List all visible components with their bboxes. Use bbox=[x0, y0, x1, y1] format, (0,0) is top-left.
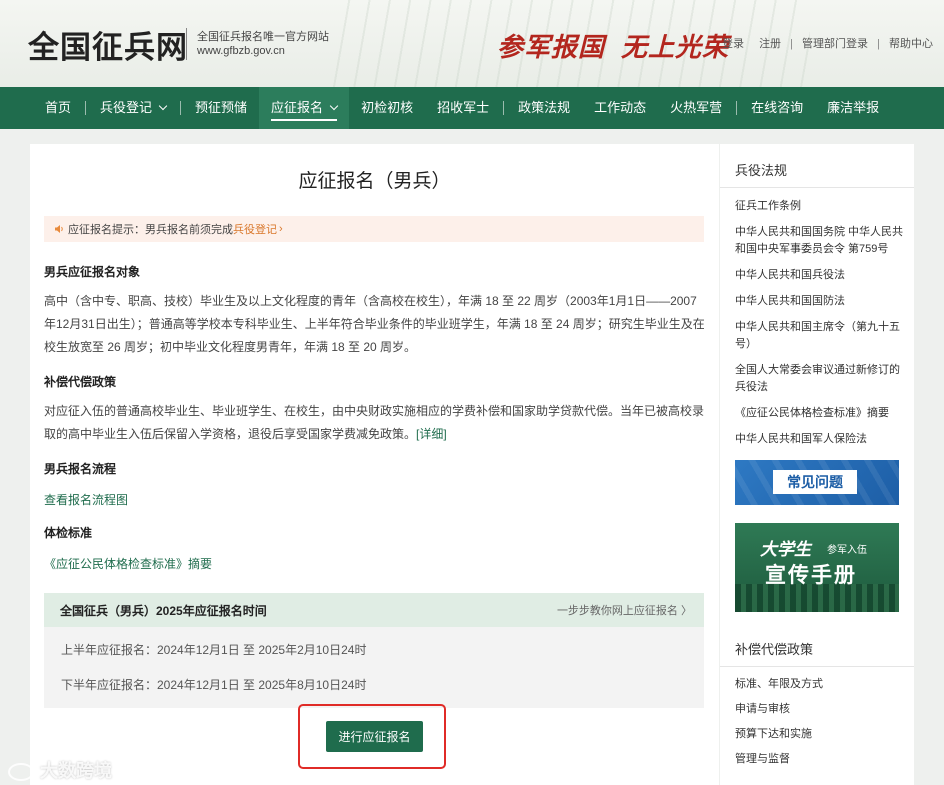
handbook-banner[interactable]: 大学生 参军入伍 宣传手册 bbox=[735, 523, 899, 612]
slogan-part-1: 参军报国 bbox=[497, 33, 606, 63]
nav-news[interactable]: 工作动态 bbox=[582, 87, 658, 129]
sidebar: 兵役法规 征兵工作条例 中华人民共和国国务院 中华人民共和国中央军事委员会令 第… bbox=[720, 144, 914, 785]
process-chart-link[interactable]: 查看报名流程图 bbox=[44, 491, 128, 508]
nav-label: 在线咨询 bbox=[751, 100, 804, 115]
site-header: 全国征兵网 全国征兵报名唯一官方网站 www.gfbzb.gov.cn 参军报国… bbox=[0, 0, 944, 87]
watermark-logo-icon bbox=[8, 763, 34, 782]
compensation-paragraph: 对应征入伍的普通高校毕业生、毕业班学生、在校生，由中央财政实施相应的学费补偿和国… bbox=[44, 400, 706, 446]
law-item[interactable]: 全国人大常委会审议通过新修订的兵役法 bbox=[735, 362, 905, 396]
nav-label: 火热军营 bbox=[670, 100, 723, 115]
nav-report[interactable]: 廉洁举报 bbox=[815, 87, 891, 129]
link-separator: | bbox=[790, 38, 793, 50]
policy-list: 标准、年限及方式 申请与审核 预算下达和实施 管理与监督 bbox=[735, 676, 905, 768]
law-item[interactable]: 中华人民共和国国务院 中华人民共和国中央军事委员会令 第759号 bbox=[735, 224, 905, 258]
policy-item[interactable]: 管理与监督 bbox=[735, 751, 905, 768]
policy-heading: 补偿代偿政策 bbox=[720, 623, 914, 667]
nav-nco-recruitment[interactable]: 招收军士 bbox=[425, 87, 501, 129]
first-half-period: 上半年应征报名：2024年12月1日 至 2025年2月10日24时 bbox=[61, 643, 367, 657]
speaker-icon bbox=[55, 225, 63, 233]
page-title: 应征报名（男兵） bbox=[298, 171, 451, 192]
nav-label: 预征预储 bbox=[195, 100, 248, 115]
nav-separator bbox=[736, 101, 738, 115]
handbook-banner-subtitle: 参军入伍 bbox=[827, 545, 867, 556]
nav-separator bbox=[503, 101, 505, 115]
site-domain: www.gfbzb.gov.cn bbox=[197, 45, 285, 57]
laws-list: 征兵工作条例 中华人民共和国国务院 中华人民共和国中央军事委员会令 第759号 … bbox=[735, 198, 905, 448]
admin-login-link[interactable]: 管理部门登录 bbox=[802, 38, 868, 50]
policy-item[interactable]: 预算下达和实施 bbox=[735, 726, 905, 743]
notice-text: 应征报名提示：男兵报名前须完成 bbox=[68, 224, 233, 236]
laws-heading: 兵役法规 bbox=[720, 144, 914, 188]
law-item[interactable]: 中华人民共和国主席令（第九十五号） bbox=[735, 319, 905, 353]
nav-label: 廉洁举报 bbox=[827, 100, 880, 115]
login-link[interactable]: 登录 bbox=[722, 38, 744, 50]
nav-label: 首页 bbox=[45, 100, 72, 115]
nav-label: 招收军士 bbox=[437, 100, 490, 115]
nav-label: 初检初核 bbox=[361, 100, 414, 115]
chevron-down-icon bbox=[158, 101, 168, 111]
register-link[interactable]: 注册 bbox=[759, 38, 781, 50]
registration-time-box: 全国征兵（男兵）2025年应征报名时间 一步步教你网上应征报名 〉 上半年应征报… bbox=[44, 593, 704, 708]
law-item[interactable]: 中华人民共和国军人保险法 bbox=[735, 431, 905, 448]
handbook-banner-title: 大学生 bbox=[760, 540, 811, 559]
logo-divider bbox=[186, 28, 187, 60]
chevron-down-icon bbox=[329, 101, 339, 111]
section-heading-physical-standard: 体检标准 bbox=[44, 526, 93, 540]
time-box-header: 全国征兵（男兵）2025年应征报名时间 一步步教你网上应征报名 〉 bbox=[44, 593, 704, 627]
nav-label: 兵役登记 bbox=[100, 100, 153, 115]
help-center-link[interactable]: 帮助中心 bbox=[889, 38, 933, 50]
notice-bar: 应征报名提示：男兵报名前须完成 兵役登记 › bbox=[44, 216, 704, 242]
chevron-right-icon: › bbox=[279, 223, 283, 235]
main-content: 应征报名（男兵） 应征报名提示：男兵报名前须完成 兵役登记 › 男兵应征报名对象… bbox=[30, 144, 719, 785]
main-nav: 首页 兵役登记 预征预储 应征报名 初检初核 招收军士 政策法规 工作动态 火热… bbox=[0, 87, 944, 129]
nav-military-registration[interactable]: 兵役登记 bbox=[88, 87, 178, 129]
notice-registration-link[interactable]: 兵役登记 bbox=[233, 221, 277, 237]
site-subtitle: 全国征兵报名唯一官方网站 bbox=[197, 31, 329, 43]
nav-enlistment-application[interactable]: 应征报名 bbox=[259, 87, 350, 129]
law-item[interactable]: 《应征公民体格检查标准》摘要 bbox=[735, 405, 905, 422]
nav-initial-check[interactable]: 初检初核 bbox=[349, 87, 425, 129]
link-separator: | bbox=[877, 38, 880, 50]
law-item[interactable]: 征兵工作条例 bbox=[735, 198, 905, 215]
slogan: 参军报国 无上光荣 bbox=[497, 27, 729, 64]
top-links: 登录 注册 | 管理部门登录 | 帮助中心 bbox=[722, 35, 933, 51]
online-guide-link[interactable]: 一步步教你网上应征报名 〉 bbox=[557, 602, 692, 618]
nav-separator bbox=[85, 101, 87, 115]
nav-barracks[interactable]: 火热军营 bbox=[658, 87, 734, 129]
nav-home[interactable]: 首页 bbox=[33, 87, 83, 129]
physical-standard-link[interactable]: 《应征公民体格检查标准》摘要 bbox=[44, 555, 212, 572]
compensation-text: 对应征入伍的普通高校毕业生、毕业班学生、在校生，由中央财政实施相应的学费补偿和国… bbox=[44, 404, 705, 441]
slogan-part-2: 无上光荣 bbox=[621, 33, 730, 63]
nav-consultation[interactable]: 在线咨询 bbox=[739, 87, 815, 129]
law-item[interactable]: 中华人民共和国国防法 bbox=[735, 293, 905, 310]
nav-pre-enlistment[interactable]: 预征预储 bbox=[183, 87, 259, 129]
site-logo[interactable]: 全国征兵网 bbox=[28, 22, 188, 67]
time-box-title: 全国征兵（男兵）2025年应征报名时间 bbox=[60, 603, 267, 618]
section-heading-compensation: 补偿代偿政策 bbox=[44, 375, 117, 389]
nav-label: 工作动态 bbox=[594, 100, 647, 115]
policy-item[interactable]: 标准、年限及方式 bbox=[735, 676, 905, 693]
details-link[interactable]: [详细] bbox=[416, 427, 447, 441]
second-half-period: 下半年应征报名：2024年12月1日 至 2025年8月10日24时 bbox=[61, 678, 367, 692]
nav-label: 应征报名 bbox=[271, 100, 324, 115]
nav-policy[interactable]: 政策法规 bbox=[506, 87, 582, 129]
apply-button[interactable]: 进行应征报名 bbox=[326, 721, 423, 752]
watermark: 大数跨境 bbox=[8, 757, 112, 783]
faq-banner-label: 常见问题 bbox=[773, 470, 857, 494]
nav-label: 政策法规 bbox=[518, 100, 571, 115]
law-item[interactable]: 中华人民共和国兵役法 bbox=[735, 267, 905, 284]
policy-item[interactable]: 申请与审核 bbox=[735, 701, 905, 718]
handbook-banner-name: 宣传手册 bbox=[765, 564, 857, 587]
section-heading-eligibility: 男兵应征报名对象 bbox=[44, 265, 141, 279]
nav-separator bbox=[180, 101, 182, 115]
eligibility-text: 高中（含中专、职高、技校）毕业生及以上文化程度的青年（含高校在校生），年满 18… bbox=[44, 294, 705, 354]
watermark-text: 大数跨境 bbox=[40, 761, 112, 781]
section-heading-process: 男兵报名流程 bbox=[44, 462, 117, 476]
faq-banner[interactable]: 常见问题 bbox=[735, 460, 899, 505]
